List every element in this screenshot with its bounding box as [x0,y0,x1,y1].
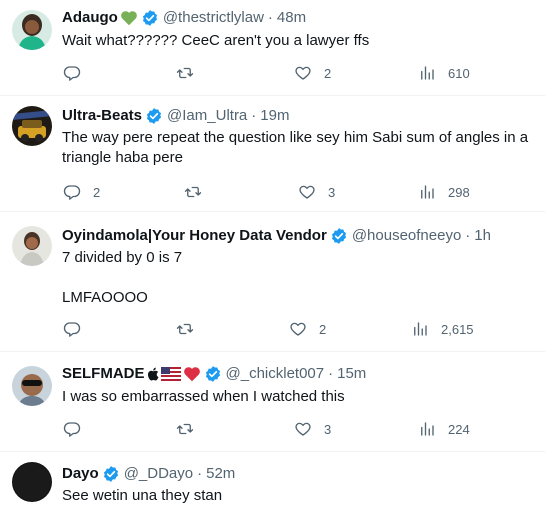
separator-dot: · [465,227,471,244]
green-heart-icon [120,10,138,26]
reply-icon [63,66,81,81]
heart-icon [290,322,306,336]
display-name[interactable]: Oyindamola|Your Honey Data Vendor [62,226,327,246]
like-button[interactable]: 3 [298,182,335,202]
reply-button[interactable] [63,319,93,339]
views-button[interactable]: 224 [418,419,470,439]
reply-count: 2 [93,184,101,200]
action-bar: 2 2,615 [0,319,545,339]
tweet-text: See wetin una they stan [62,487,223,504]
tweet-1[interactable]: Adaugo @thestrictlylaw · 48m Wait what??… [0,0,545,96]
views-chart-icon [421,185,434,199]
timestamp[interactable]: 48m [277,8,306,28]
separator-dot: · [267,9,273,26]
like-count: 3 [328,184,336,200]
display-name[interactable]: Adaugo [62,8,118,28]
verified-badge-icon[interactable] [330,227,348,245]
verified-badge-icon[interactable] [204,365,222,383]
views-chart-icon [421,422,434,436]
avatar[interactable] [12,106,52,146]
tweet-4[interactable]: SELFMADE @_chicklet007 · 15m I was so em… [0,352,545,452]
like-button[interactable]: 3 [294,419,331,439]
heart-icon [295,422,311,436]
avatar[interactable] [12,10,52,50]
verified-badge-icon[interactable] [102,465,120,483]
tweet-text: 7 divided by 0 is 7 [62,249,183,266]
separator-dot: · [251,107,257,124]
red-heart-icon [183,366,201,382]
display-name[interactable]: Dayo [62,464,99,484]
avatar[interactable] [12,366,52,406]
tweet-5[interactable]: Dayo @_DDayo · 52m See wetin una they st… [0,452,545,519]
handle[interactable]: @houseofneeyo [352,226,461,246]
tweet-header: Oyindamola|Your Honey Data Vendor @house… [62,226,537,246]
views-chart-icon [421,66,434,80]
retweet-icon [176,323,194,335]
tweet-2[interactable]: Ultra-Beats @Iam_Ultra · 19m The way per… [0,96,545,212]
tweet-header: Dayo @_DDayo · 52m [62,464,537,484]
like-button[interactable]: 2 [289,319,326,339]
view-count: 2,615 [441,321,474,337]
reply-icon [63,185,81,200]
timestamp[interactable]: 1h [474,226,491,246]
retweet-icon [176,423,194,435]
handle[interactable]: @thestrictlylaw [163,8,264,28]
retweet-button[interactable] [176,419,206,439]
separator-dot: · [328,365,334,382]
like-count: 2 [319,321,327,337]
view-count: 298 [448,184,470,200]
reply-icon [63,322,81,337]
separator-dot: · [197,465,203,482]
verified-badge-icon[interactable] [145,107,163,125]
verified-badge-icon[interactable] [141,9,159,27]
display-name[interactable]: SELFMADE [62,364,145,384]
tweet-header: SELFMADE @_chicklet007 · 15m [62,364,537,384]
reply-button[interactable] [63,63,93,83]
handle[interactable]: @_chicklet007 [226,364,325,384]
tweet-header: Ultra-Beats @Iam_Ultra · 19m [62,106,537,126]
apple-icon [147,367,159,381]
reply-icon [63,422,81,437]
view-count: 610 [448,65,470,81]
like-count: 2 [324,65,332,81]
avatar[interactable] [12,226,52,266]
reply-button[interactable]: 2 [63,182,100,202]
timestamp[interactable]: 19m [260,106,289,126]
retweet-button[interactable] [176,319,206,339]
avatar[interactable] [12,462,52,502]
retweet-button[interactable] [176,63,206,83]
views-button[interactable]: 298 [418,182,470,202]
tweet-text-line-2: LMFAOOOO [62,289,148,306]
action-bar: 2 3 298 [0,182,545,202]
action-bar: 2 610 [0,63,545,83]
handle[interactable]: @Iam_Ultra [167,106,247,126]
views-chart-icon [414,322,427,336]
timestamp[interactable]: 15m [337,364,366,384]
reply-button[interactable] [63,419,93,439]
us-flag-icon [160,367,181,381]
heart-icon [295,66,311,80]
tweet-text: The way pere repeat the question like se… [62,129,529,166]
retweet-icon [184,186,202,198]
views-button[interactable]: 2,615 [411,319,474,339]
action-bar: 3 224 [0,419,545,439]
heart-icon [299,185,315,199]
display-name[interactable]: Ultra-Beats [62,106,142,126]
timestamp[interactable]: 52m [206,464,235,484]
tweet-3[interactable]: Oyindamola|Your Honey Data Vendor @house… [0,212,545,352]
like-count: 3 [324,421,332,437]
views-button[interactable]: 610 [418,63,470,83]
tweet-header: Adaugo @thestrictlylaw · 48m [62,8,537,28]
retweet-button[interactable] [184,182,214,202]
view-count: 224 [448,421,470,437]
handle[interactable]: @_DDayo [124,464,193,484]
retweet-icon [176,67,194,79]
like-button[interactable]: 2 [294,63,331,83]
tweet-text: Wait what?????? CeeC aren't you a lawyer… [62,32,370,49]
tweet-text: I was so embarrassed when I watched this [62,388,345,405]
